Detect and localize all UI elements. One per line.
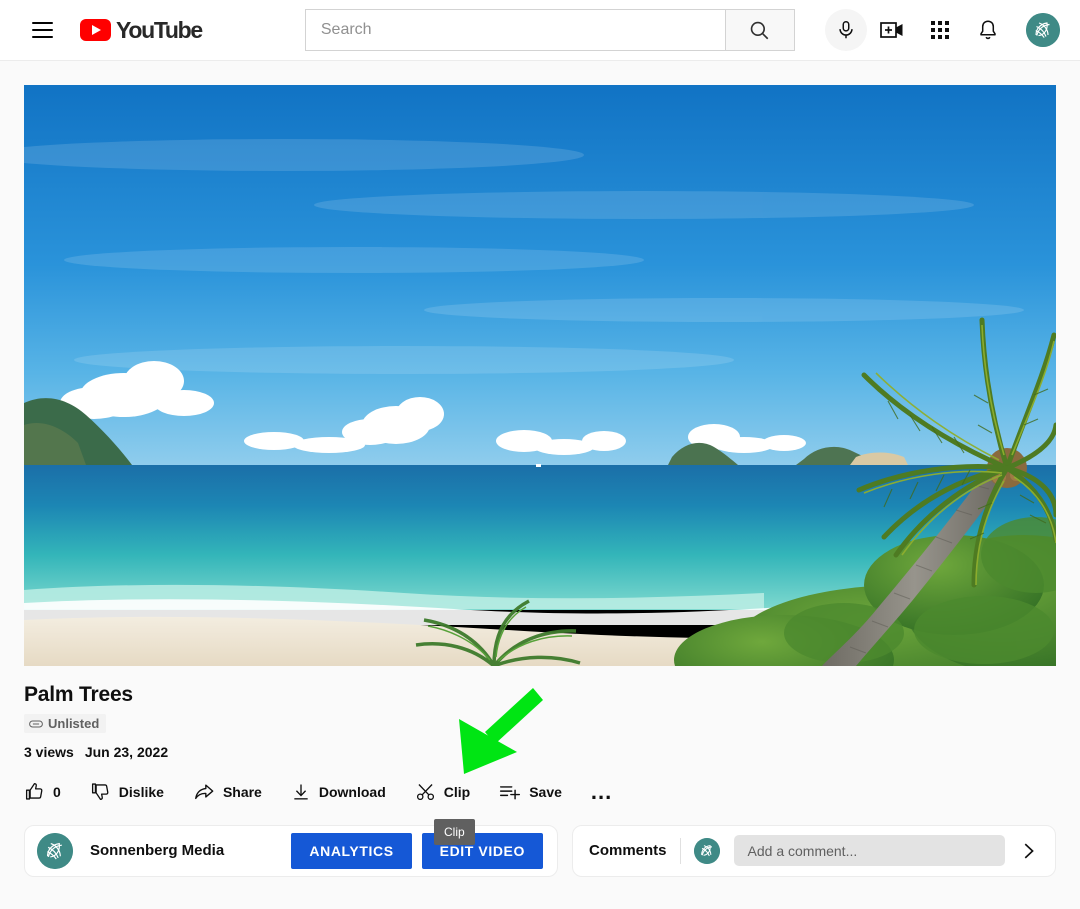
notifications-button[interactable] [964, 8, 1012, 52]
youtube-play-icon [80, 19, 111, 41]
clip-button[interactable]: Clip [415, 777, 483, 806]
create-video-button[interactable] [868, 8, 916, 52]
voice-search-button[interactable] [824, 9, 867, 51]
status-badge: Unlisted [24, 714, 107, 733]
share-arrow-icon [195, 783, 214, 799]
microphone-icon [839, 21, 853, 39]
search-bar: Search [304, 9, 795, 51]
comments-label: Comments [589, 842, 667, 859]
bottom-row: Sonnenberg Media ANALYTICS EDIT VIDEO Cl… [24, 818, 1056, 877]
view-count: 3 views [24, 743, 74, 760]
status-badge-label: Unlisted [48, 716, 100, 731]
add-comment-input[interactable]: Add a comment... [733, 835, 1005, 866]
video-meta: Palm Trees Unlisted 3 views Jun 23, 2022 [24, 683, 1056, 760]
avatar-leaf-logo-icon [693, 837, 720, 864]
thumbs-down-icon [91, 783, 109, 801]
save-label: Save [529, 783, 562, 800]
views-row: 3 views Jun 23, 2022 [24, 744, 1056, 760]
share-label: Share [222, 783, 262, 800]
expand-comments-button[interactable] [1011, 834, 1045, 868]
analytics-button[interactable]: ANALYTICS [291, 832, 412, 869]
badge-row: Unlisted [24, 714, 1056, 734]
avatar-leaf-logo-icon [1026, 13, 1060, 47]
page-title: Palm Trees [24, 683, 133, 706]
ellipsis-icon: ... [590, 778, 613, 804]
video-player[interactable] [24, 85, 1056, 666]
search-icon [751, 21, 769, 39]
like-button[interactable]: 0 [24, 777, 74, 806]
channel-card: Sonnenberg Media ANALYTICS EDIT VIDEO Cl… [24, 818, 558, 877]
avatar-leaf-logo-icon [37, 832, 73, 869]
app-root: YouTube Search Palm Trees Unlisted 3 vie… [0, 0, 1080, 909]
video-thumbnail [24, 85, 1056, 666]
download-label: Download [318, 783, 386, 800]
youtube-logo-text: YouTube [116, 16, 203, 43]
search-input[interactable]: Search [304, 9, 725, 51]
more-actions-button[interactable]: ... [590, 778, 625, 804]
like-count: 0 [53, 783, 61, 800]
apps-grid-button[interactable] [916, 8, 964, 52]
apps-grid-icon [931, 21, 949, 39]
save-button[interactable]: Save [499, 778, 575, 806]
divider [679, 837, 681, 864]
bell-icon [980, 20, 996, 40]
account-avatar[interactable] [1026, 13, 1060, 47]
comments-card: Comments Add a comment... [572, 824, 1056, 877]
scissors-icon [416, 784, 434, 801]
channel-avatar[interactable] [37, 832, 73, 869]
header-actions [868, 8, 1066, 52]
create-video-icon [880, 22, 903, 38]
share-button[interactable]: Share [193, 777, 275, 807]
channel-name[interactable]: Sonnenberg Media [90, 842, 224, 859]
download-button[interactable]: Download [291, 778, 399, 806]
save-playlist-icon [500, 785, 521, 799]
clip-label: Clip [443, 783, 471, 800]
clip-tooltip: Clip [434, 818, 475, 845]
thumbs-up-icon [25, 782, 43, 800]
dislike-button[interactable]: Dislike [90, 777, 177, 806]
link-icon [29, 720, 43, 727]
hamburger-menu-icon[interactable] [22, 10, 62, 50]
search-submit-button[interactable] [724, 9, 795, 51]
dislike-label: Dislike [118, 783, 164, 800]
masthead: YouTube Search [0, 0, 1080, 61]
publish-date: Jun 23, 2022 [84, 743, 169, 760]
chevron-right-icon [1024, 843, 1034, 858]
watch-page: Palm Trees Unlisted 3 views Jun 23, 2022 [0, 61, 1080, 909]
comment-avatar [693, 837, 720, 864]
download-icon [294, 784, 308, 800]
video-action-bar: 0 Dislike Share Download Clip Save ... [24, 777, 1056, 807]
youtube-logo[interactable]: YouTube [80, 16, 203, 44]
